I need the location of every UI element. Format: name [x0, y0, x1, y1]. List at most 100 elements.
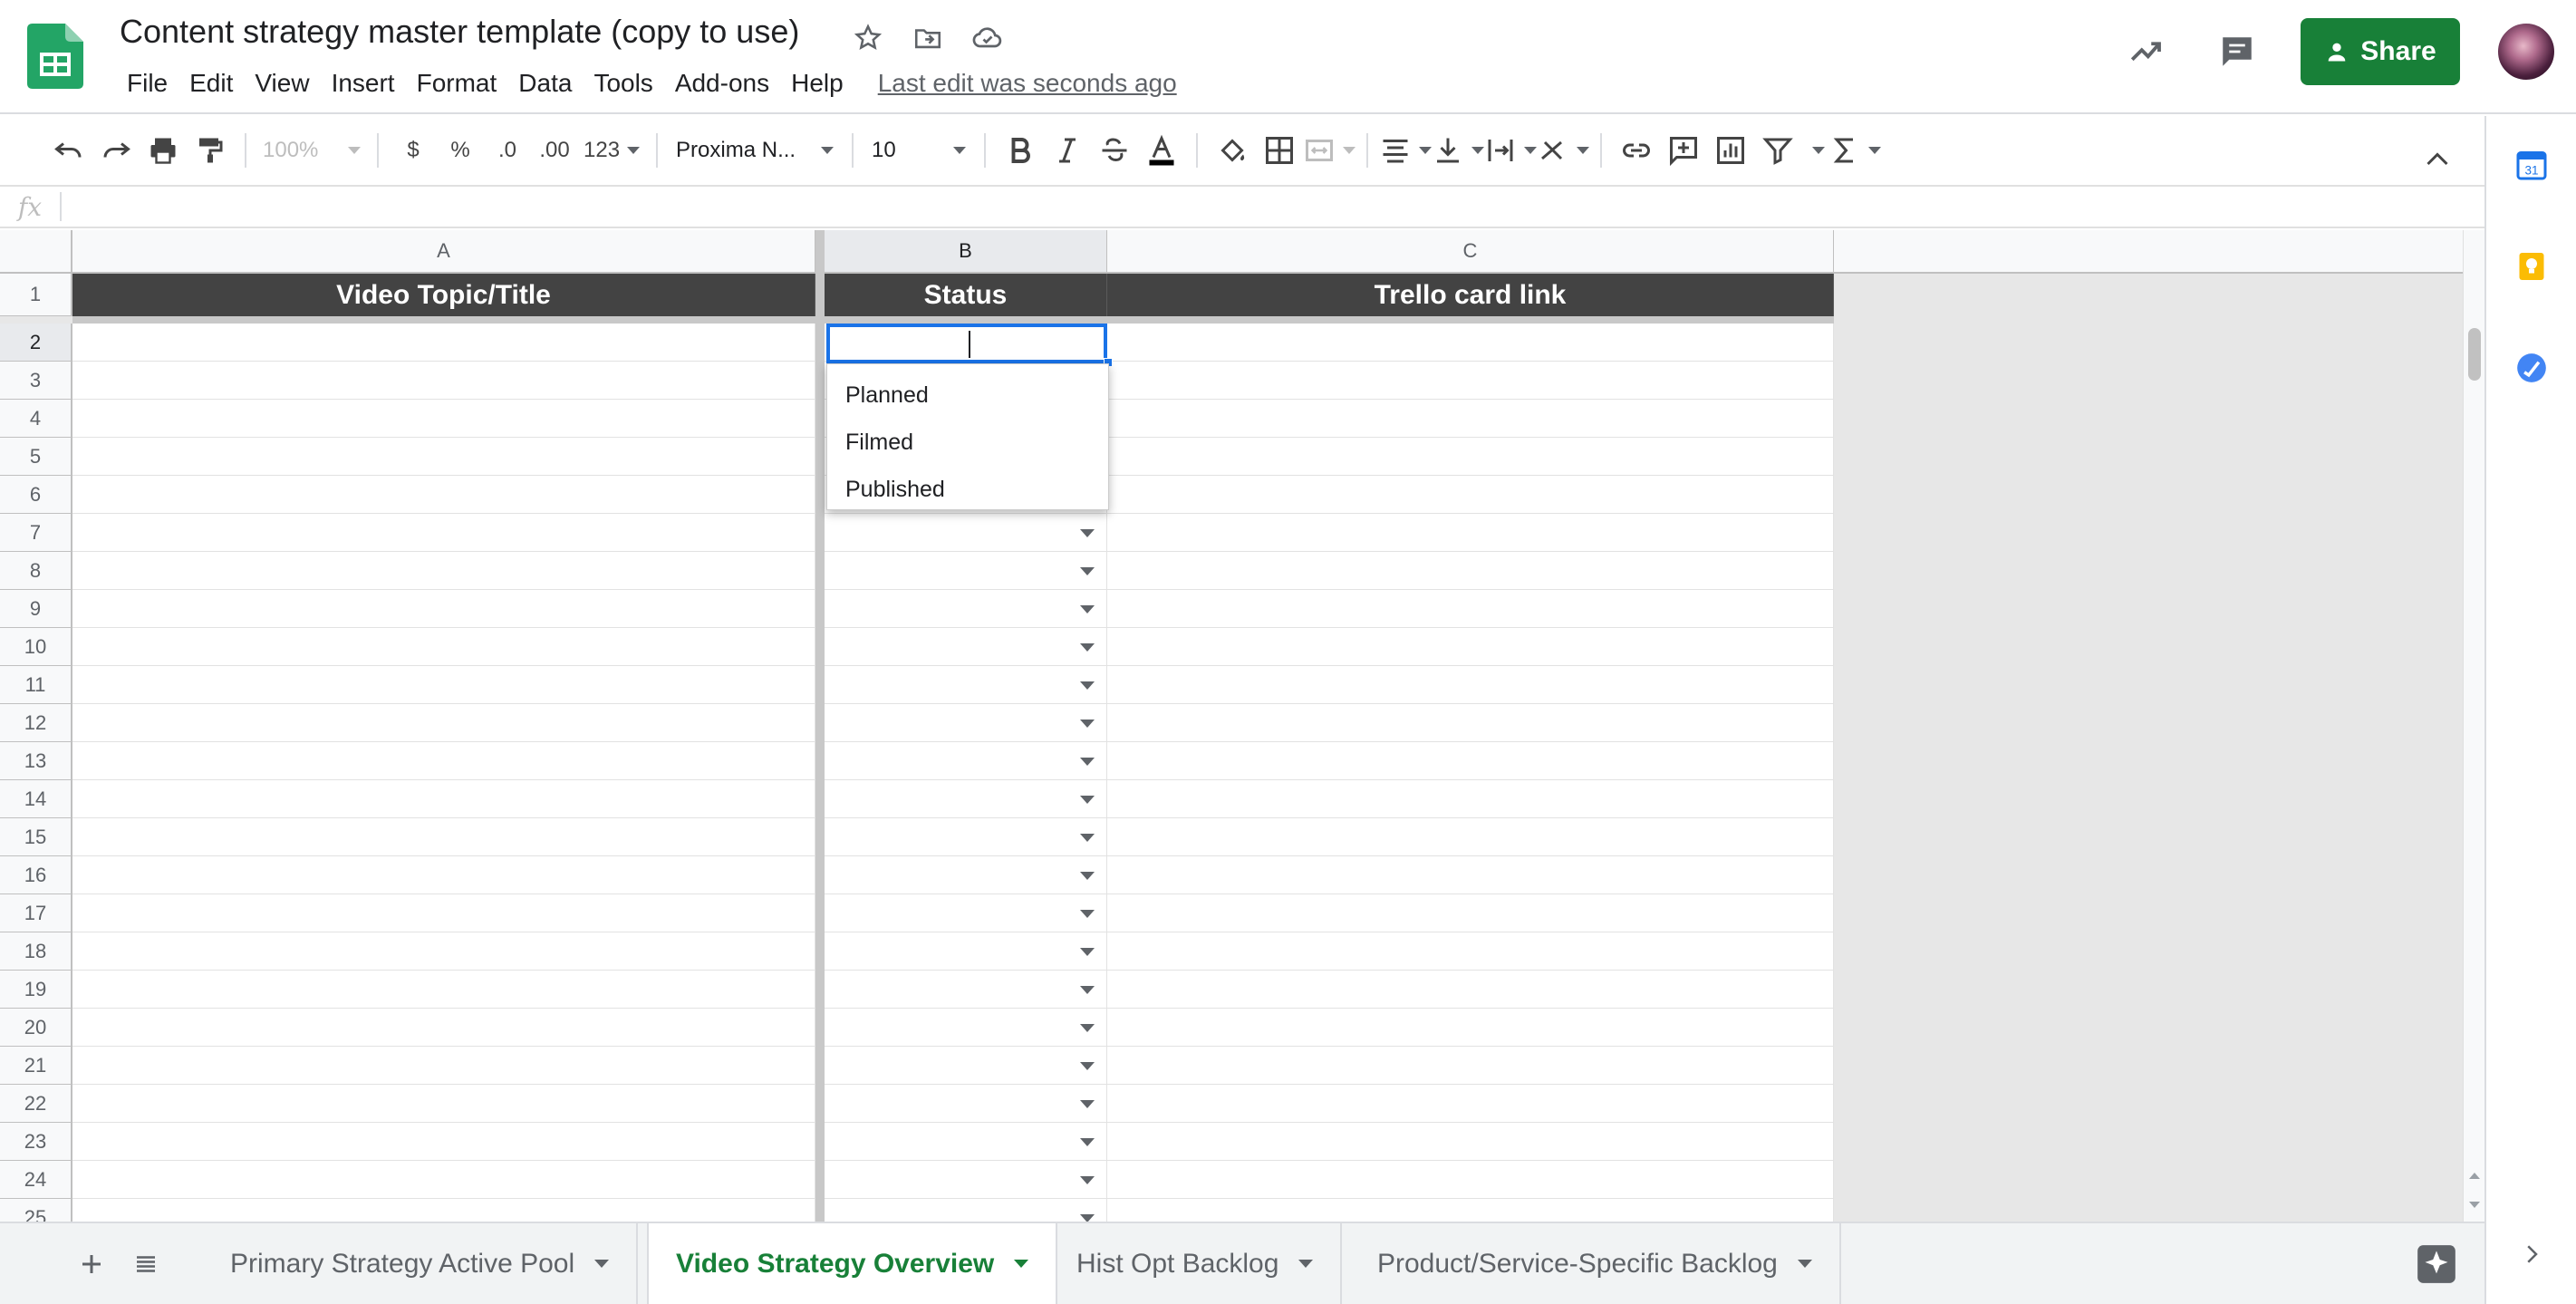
- menu-tools[interactable]: Tools: [583, 65, 663, 101]
- grid-cell[interactable]: [1107, 1123, 1834, 1161]
- grid-cell[interactable]: [1107, 932, 1834, 971]
- grid-cell[interactable]: [72, 400, 815, 438]
- filter-views-icon[interactable]: [1801, 126, 1828, 175]
- grid-cell[interactable]: [1107, 856, 1834, 894]
- grid-cell[interactable]: [1107, 666, 1834, 704]
- grid-cell[interactable]: [72, 1199, 815, 1222]
- row-header[interactable]: 17: [0, 894, 72, 932]
- grid-cell[interactable]: [72, 590, 815, 628]
- row-header[interactable]: 6: [0, 476, 72, 514]
- grid-cell[interactable]: [72, 628, 815, 666]
- cloud-status-icon[interactable]: [968, 18, 1008, 58]
- grid-cell[interactable]: [825, 1123, 1107, 1161]
- scroll-up-arrow-icon[interactable]: [2469, 1173, 2480, 1179]
- text-rotation-icon[interactable]: [1537, 126, 1590, 175]
- menu-help[interactable]: Help: [780, 65, 854, 101]
- menu-add-ons[interactable]: Add-ons: [664, 65, 780, 101]
- grid-cell[interactable]: [825, 1047, 1107, 1085]
- tab-menu-caret-icon[interactable]: [1298, 1260, 1314, 1268]
- grid-cell[interactable]: [825, 514, 1107, 552]
- status-dropdown-arrow-icon[interactable]: [1080, 567, 1095, 575]
- row-header[interactable]: 21: [0, 1047, 72, 1085]
- grid-cell[interactable]: [825, 1161, 1107, 1199]
- zoom-select[interactable]: 100%: [257, 126, 366, 175]
- borders-icon[interactable]: [1256, 126, 1303, 175]
- grid-cell[interactable]: [1107, 438, 1834, 476]
- grid-cell[interactable]: [72, 666, 815, 704]
- grid-cell[interactable]: [1107, 1199, 1834, 1222]
- font-size-select[interactable]: 10: [864, 126, 973, 175]
- sheet-tab-hist-opt-backlog[interactable]: Hist Opt Backlog: [1049, 1223, 1343, 1304]
- sheet-tab-video-strategy-overview[interactable]: Video Strategy Overview: [647, 1223, 1058, 1304]
- status-dropdown-arrow-icon[interactable]: [1080, 796, 1095, 804]
- grid-cell[interactable]: [1107, 476, 1834, 514]
- scroll-down-arrow-icon[interactable]: [2469, 1202, 2480, 1208]
- percent-format-button[interactable]: %: [437, 126, 484, 175]
- menu-view[interactable]: View: [244, 65, 320, 101]
- add-sheet-icon[interactable]: [71, 1243, 112, 1285]
- grid-cell[interactable]: [1107, 590, 1834, 628]
- grid-cell[interactable]: [825, 628, 1107, 666]
- menu-insert[interactable]: Insert: [321, 65, 406, 101]
- decrease-decimal-button[interactable]: .0: [484, 126, 531, 175]
- status-dropdown-arrow-icon[interactable]: [1080, 1024, 1095, 1032]
- italic-icon[interactable]: [1044, 126, 1091, 175]
- grid-cell[interactable]: [72, 438, 815, 476]
- filter-icon[interactable]: [1754, 126, 1801, 175]
- explore-icon[interactable]: [2414, 1241, 2459, 1287]
- grid-cell[interactable]: [72, 514, 815, 552]
- horizontal-align-icon[interactable]: [1379, 126, 1433, 175]
- grid-cell[interactable]: [72, 1161, 815, 1199]
- grid-cell[interactable]: [1107, 704, 1834, 742]
- grid-cell[interactable]: [825, 590, 1107, 628]
- bold-icon[interactable]: [997, 126, 1044, 175]
- vertical-scrollbar[interactable]: [2463, 230, 2484, 1222]
- grid-cell[interactable]: [72, 704, 815, 742]
- insert-link-icon[interactable]: [1613, 126, 1660, 175]
- keep-icon[interactable]: [2512, 246, 2552, 286]
- freeze-row-divider[interactable]: [72, 316, 1834, 324]
- status-option-filmed[interactable]: Filmed: [827, 419, 1108, 466]
- grid-cell[interactable]: [1107, 818, 1834, 856]
- row-header[interactable]: 1: [0, 274, 72, 316]
- status-dropdown-arrow-icon[interactable]: [1080, 1176, 1095, 1184]
- share-button[interactable]: Share: [2301, 18, 2460, 85]
- sheets-logo-icon[interactable]: [27, 24, 83, 89]
- grid-cell[interactable]: [825, 894, 1107, 932]
- more-formats-select[interactable]: 123: [578, 126, 645, 175]
- menu-data[interactable]: Data: [507, 65, 583, 101]
- row-header[interactable]: 16: [0, 856, 72, 894]
- grid-cell[interactable]: [72, 818, 815, 856]
- row-header[interactable]: 18: [0, 932, 72, 971]
- header-cell[interactable]: Trello card link: [1107, 274, 1834, 316]
- column-header-b[interactable]: B: [825, 230, 1107, 274]
- paint-format-icon[interactable]: [187, 126, 234, 175]
- row-header[interactable]: 14: [0, 780, 72, 818]
- calendar-icon[interactable]: 31: [2512, 145, 2552, 185]
- grid-cell[interactable]: [1107, 324, 1834, 362]
- functions-icon[interactable]: [1828, 126, 1882, 175]
- grid-cell[interactable]: [1107, 400, 1834, 438]
- status-dropdown-arrow-icon[interactable]: [1080, 681, 1095, 690]
- row-header[interactable]: 20: [0, 1009, 72, 1047]
- status-dropdown-arrow-icon[interactable]: [1080, 1100, 1095, 1108]
- grid-cell[interactable]: [72, 1009, 815, 1047]
- menu-edit[interactable]: Edit: [178, 65, 244, 101]
- grid-cell[interactable]: [825, 780, 1107, 818]
- font-family-select[interactable]: Proxima N...: [669, 126, 841, 175]
- status-dropdown-arrow-icon[interactable]: [1080, 986, 1095, 994]
- comments-icon[interactable]: [2210, 24, 2264, 79]
- status-dropdown-arrow-icon[interactable]: [1080, 1138, 1095, 1146]
- grid-cell[interactable]: [72, 1123, 815, 1161]
- grid-cell[interactable]: [72, 894, 815, 932]
- currency-format-button[interactable]: $: [390, 126, 437, 175]
- grid-cell[interactable]: [1107, 971, 1834, 1009]
- grid-cell[interactable]: [72, 1047, 815, 1085]
- increase-decimal-button[interactable]: .00: [531, 126, 578, 175]
- scrollbar-thumb[interactable]: [2468, 328, 2481, 381]
- tab-menu-caret-icon[interactable]: [1014, 1260, 1029, 1268]
- row-header[interactable]: 4: [0, 400, 72, 438]
- grid-cell[interactable]: [1107, 1085, 1834, 1123]
- grid-cell[interactable]: [825, 704, 1107, 742]
- grid-cell[interactable]: [72, 971, 815, 1009]
